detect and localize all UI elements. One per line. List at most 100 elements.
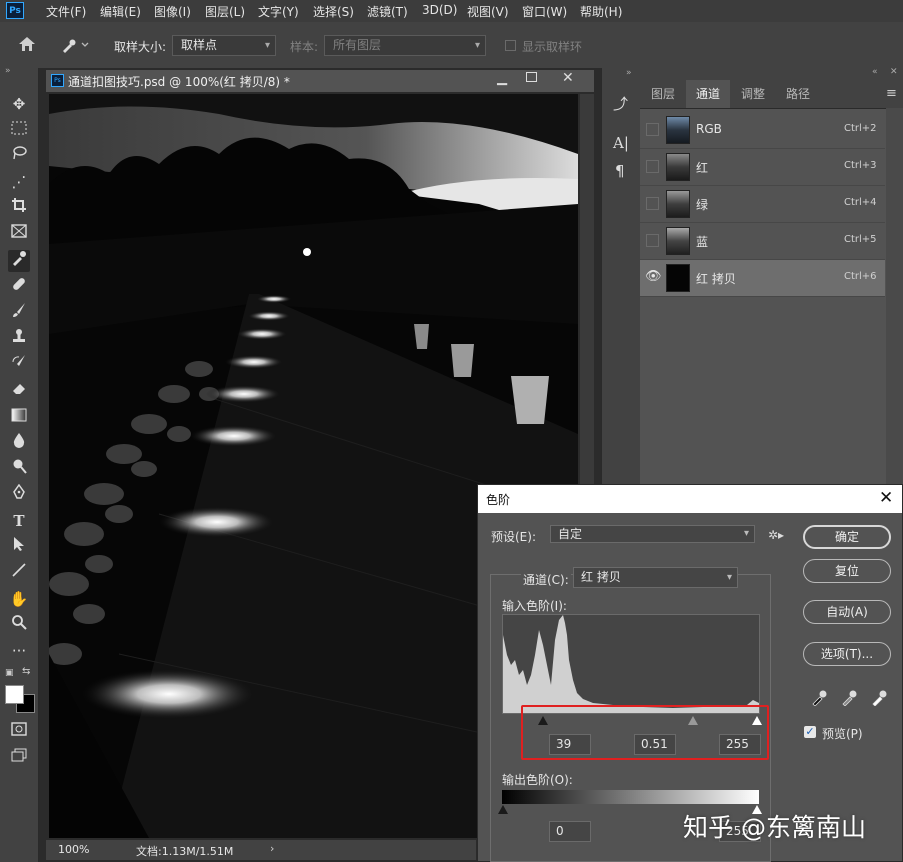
quick-mask-icon[interactable] (8, 720, 30, 742)
hand-icon[interactable]: ✋ (8, 588, 30, 610)
eyedropper-tool-preset-icon[interactable] (60, 37, 90, 56)
collapse-panel-icon[interactable]: « (872, 67, 878, 77)
expand-panels-icon[interactable]: » (626, 68, 632, 78)
chevron-down-icon: ▾ (264, 40, 270, 51)
channel-row-red[interactable]: 红 Ctrl+3 (640, 149, 885, 186)
home-icon[interactable] (18, 36, 36, 55)
tab-layers[interactable]: 图层 (641, 80, 685, 108)
input-levels-label: 输入色阶(I): (502, 599, 567, 613)
preset-select[interactable]: 自定 ▾ (550, 525, 755, 543)
maximize-icon[interactable] (526, 72, 537, 82)
swap-colors-icon[interactable]: ⇆ (22, 666, 30, 677)
channel-shortcut: Ctrl+3 (844, 160, 877, 171)
brush-icon[interactable] (8, 302, 30, 324)
channel-row-red-copy[interactable]: 👁 红 拷贝 Ctrl+6 (640, 260, 885, 297)
sample-size-select[interactable]: 取样点 ▾ (172, 35, 276, 56)
dialog-titlebar[interactable] (478, 485, 902, 513)
sample-value: 所有图层 (333, 38, 382, 52)
visibility-toggle[interactable] (646, 123, 659, 136)
healing-icon[interactable] (8, 276, 30, 298)
histogram (502, 614, 760, 714)
menu-edit[interactable]: 编辑(E) (100, 3, 141, 20)
channel-thumbnail (666, 190, 690, 218)
more-icon[interactable]: ··· (8, 640, 30, 662)
options-button[interactable]: 选项(T)... (803, 642, 891, 666)
photoshop-logo[interactable]: Ps (6, 2, 24, 19)
pen-icon[interactable] (8, 483, 30, 506)
menu-filter[interactable]: 滤镜(T) (367, 3, 408, 20)
channel-row-rgb[interactable]: RGB Ctrl+2 (640, 112, 885, 149)
zoom-level[interactable]: 100% (58, 843, 89, 856)
eraser-icon[interactable] (8, 380, 30, 402)
menu-select[interactable]: 选择(S) (313, 3, 354, 20)
menu-file[interactable]: 文件(F) (46, 3, 86, 20)
channel-name: 绿 (696, 198, 709, 212)
black-point-eyedropper-icon[interactable] (810, 688, 828, 710)
menu-window[interactable]: 窗口(W) (522, 3, 567, 20)
menu-help[interactable]: 帮助(H) (580, 3, 622, 20)
watermark: 知乎 @东篱南山 (683, 813, 866, 842)
menu-view[interactable]: 视图(V) (467, 3, 509, 20)
character-panel-icon[interactable]: A| (613, 134, 629, 152)
eye-icon[interactable]: 👁 (645, 269, 662, 284)
tab-paths[interactable]: 路径 (776, 80, 820, 108)
channel-thumbnail (666, 153, 690, 181)
paragraph-panel-icon[interactable]: ¶ (615, 162, 625, 180)
channel-shortcut: Ctrl+6 (844, 271, 877, 282)
menu-type[interactable]: 文字(Y) (258, 3, 299, 20)
channel-select[interactable]: 红 拷贝 ▾ (573, 567, 738, 588)
preset-options-gear-icon[interactable]: ✲▸ (768, 528, 784, 542)
tab-channels[interactable]: 通道 (686, 80, 730, 108)
path-select-icon[interactable] (8, 536, 30, 558)
history-panel-icon[interactable]: ⤴ (613, 93, 628, 114)
gray-point-eyedropper-icon[interactable] (840, 688, 858, 710)
reset-button[interactable]: 复位 (803, 559, 891, 583)
foreground-color-swatch[interactable] (5, 685, 24, 704)
frame-icon[interactable] (8, 223, 30, 245)
type-icon[interactable]: T (8, 510, 30, 532)
gradient-icon[interactable] (8, 406, 30, 428)
stamp-icon[interactable] (8, 328, 30, 350)
history-brush-icon[interactable] (8, 354, 30, 376)
channel-row-green[interactable]: 绿 Ctrl+4 (640, 186, 885, 223)
default-colors-icon[interactable]: ▣ (5, 668, 14, 678)
close-dialog-icon[interactable]: ✕ (879, 488, 893, 508)
close-document-icon[interactable]: ✕ (562, 70, 574, 86)
magic-wand-icon[interactable]: ⋰ (8, 171, 30, 193)
menu-3d[interactable]: 3D(D) (422, 3, 457, 17)
menu-image[interactable]: 图像(I) (154, 3, 191, 20)
blur-icon[interactable] (8, 432, 30, 454)
auto-button[interactable]: 自动(A) (803, 600, 891, 624)
sample-select[interactable]: 所有图层 ▾ (324, 35, 486, 56)
preset-value: 自定 (558, 527, 583, 541)
marquee-icon[interactable] (8, 119, 30, 141)
zoom-icon[interactable] (8, 614, 30, 636)
status-menu-icon[interactable]: › (270, 842, 274, 855)
preset-label: 预设(E): (491, 530, 536, 544)
visibility-toggle[interactable] (646, 197, 659, 210)
preview-checkbox[interactable]: ✓ (804, 726, 816, 738)
eyedropper-icon[interactable] (8, 250, 30, 272)
white-point-eyedropper-icon[interactable] (870, 688, 888, 710)
tab-adjustments[interactable]: 调整 (731, 80, 775, 108)
panel-menu-icon[interactable]: ≡ (886, 86, 897, 101)
channel-row-blue[interactable]: 蓝 Ctrl+5 (640, 223, 885, 260)
minimize-icon[interactable]: ▁ (497, 71, 507, 86)
close-panel-icon[interactable]: ✕ (890, 67, 898, 77)
output-black-field[interactable]: 0 (549, 821, 591, 842)
visibility-toggle[interactable] (646, 234, 659, 247)
crop-icon[interactable] (8, 197, 30, 219)
psd-file-icon: Ps (51, 74, 64, 87)
show-ring-checkbox[interactable] (505, 40, 516, 51)
visibility-toggle[interactable] (646, 160, 659, 173)
dodge-icon[interactable] (8, 458, 30, 480)
collapse-icon[interactable]: » (5, 66, 11, 76)
lasso-icon[interactable] (8, 145, 30, 167)
output-black-slider[interactable] (498, 805, 508, 814)
ok-button[interactable]: 确定 (803, 525, 891, 549)
menu-layer[interactable]: 图层(L) (205, 3, 245, 20)
line-icon[interactable] (8, 562, 30, 584)
screen-mode-icon[interactable] (8, 746, 30, 768)
move-icon[interactable]: ✥ (8, 93, 30, 115)
channel-shortcut: Ctrl+5 (844, 234, 877, 245)
